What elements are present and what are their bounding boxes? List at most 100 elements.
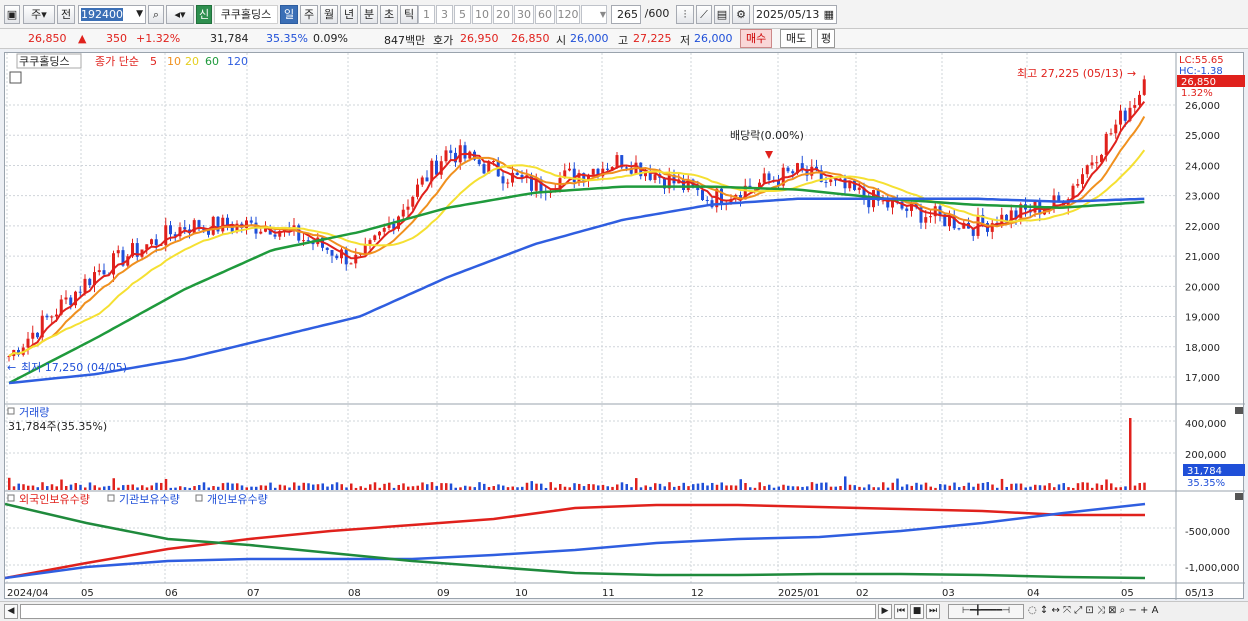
num-1[interactable]: 1 — [418, 5, 435, 24]
first-icon[interactable]: ⏮ — [894, 604, 908, 619]
volume-bar — [440, 483, 443, 490]
volume-bar — [1057, 484, 1061, 490]
date-input[interactable]: 2025/05/13 ▦ — [753, 5, 837, 24]
num-20[interactable]: 20 — [493, 5, 513, 24]
eval-button[interactable]: 평 — [817, 29, 836, 48]
new-badge[interactable]: 신 — [196, 5, 212, 24]
candle-body — [463, 145, 467, 159]
volume-bar — [145, 487, 149, 490]
volume-bar — [948, 485, 951, 490]
candle-body — [843, 178, 847, 189]
volume-bar — [103, 486, 106, 490]
period-week-tab[interactable]: 주 — [300, 5, 318, 24]
volume-bar — [122, 485, 125, 490]
window-menu-icon[interactable]: ▣ — [4, 5, 20, 24]
volume-bar — [981, 482, 985, 490]
volume-bar — [60, 479, 63, 490]
period-second-tab[interactable]: 초 — [380, 5, 398, 24]
count-input[interactable]: 265 — [611, 5, 641, 24]
candle-body — [477, 159, 481, 165]
volume-bar — [27, 485, 30, 490]
x-axis-label: 2025/01 — [778, 588, 820, 599]
volume-bar — [787, 485, 790, 490]
scroll-right-icon[interactable]: ▶ — [878, 604, 892, 619]
period-year-tab[interactable]: 년 — [340, 5, 358, 24]
candle-body — [306, 240, 310, 242]
stop-icon[interactable]: ■ — [910, 604, 924, 619]
volume-bar — [22, 484, 25, 490]
num-5[interactable]: 5 — [454, 5, 471, 24]
custom-period-select[interactable]: ▼ — [581, 5, 607, 24]
zoom-slider[interactable]: ⊢━╋━━━━⊣ — [948, 604, 1024, 619]
candle-body — [45, 315, 49, 318]
scroll-left-icon[interactable]: ◀ — [4, 604, 18, 619]
period-month-tab[interactable]: 월 — [320, 5, 338, 24]
num-3[interactable]: 3 — [436, 5, 453, 24]
candle-body — [349, 263, 353, 265]
volume-bar — [202, 482, 206, 490]
holdings-pane-close-icon[interactable] — [1235, 493, 1243, 500]
volume-pane-close-icon[interactable] — [1235, 407, 1243, 414]
buy-button[interactable]: 매수 — [740, 29, 773, 48]
high-annotation: 최고 27,225 (05/13) — [1017, 67, 1123, 80]
period-minute-tab[interactable]: 분 — [360, 5, 378, 24]
volume-bar — [891, 482, 894, 490]
volume-bar — [801, 486, 804, 490]
volume-bar — [169, 487, 172, 490]
prev-button[interactable]: 전 — [57, 5, 75, 24]
chart-area[interactable]: 쿠쿠홀딩스 종가 단순 5 10 20 60 120 최고 27,225 (05… — [4, 52, 1245, 600]
volume-bar — [1138, 483, 1141, 490]
last-icon[interactable]: ⏭ — [926, 604, 940, 619]
low-value: 26,000 — [694, 32, 733, 45]
num-60[interactable]: 60 — [535, 5, 555, 24]
table-icon[interactable] — [9, 71, 22, 84]
sell-button[interactable]: 매도 — [780, 29, 813, 48]
candle-body — [767, 173, 771, 180]
volume-bar — [1048, 483, 1051, 490]
volume-bar — [943, 484, 947, 490]
candle-body — [83, 278, 87, 293]
num-10[interactable]: 10 — [472, 5, 492, 24]
type-select[interactable]: 주▾ — [23, 5, 55, 24]
volume-bar — [687, 486, 690, 490]
code-input[interactable]: 192400 ▼ — [78, 5, 146, 24]
tool-icons[interactable]: ◌ ↕ ↔ ⤧ ⤢ ⊡ ⤨ ⊠ ⌕ − + A — [1028, 604, 1238, 619]
volume-bar — [473, 487, 476, 490]
volume-bar — [84, 487, 87, 490]
volume-bar — [1062, 483, 1065, 490]
num-30[interactable]: 30 — [514, 5, 534, 24]
gear-icon[interactable]: ⚙ — [732, 5, 750, 24]
candle-body — [249, 220, 253, 223]
speaker-icon[interactable]: ◂▾ — [166, 5, 194, 24]
search-icon[interactable]: ⌕ — [148, 5, 164, 24]
volume-bar — [449, 483, 453, 490]
volume-bar — [164, 478, 168, 490]
candle-body — [929, 216, 932, 218]
volume-bar — [12, 486, 16, 490]
save-icon[interactable]: ▤ — [714, 5, 730, 24]
x-axis-label: 03 — [942, 588, 955, 599]
volume-bar — [649, 486, 652, 490]
volume-bar — [858, 486, 861, 490]
period-day-tab[interactable]: 일 — [280, 5, 298, 24]
volume-bar — [896, 478, 899, 490]
x-axis-label: 02 — [856, 588, 869, 599]
period-tick-tab[interactable]: 틱 — [400, 5, 418, 24]
volume-bar — [563, 486, 567, 490]
candle-icon[interactable]: ⫶ — [676, 5, 694, 24]
num-120[interactable]: 120 — [556, 5, 580, 24]
x-axis-label: 07 — [247, 588, 260, 599]
price-axis: 26,000 25,000 24,000 23,000 22,000 21,000 20,0… — [1185, 101, 1220, 384]
foreign-holdings-line — [4, 503, 1145, 580]
candle-body — [762, 173, 766, 183]
volume-bar — [601, 484, 605, 490]
ask-price-2: 26,850 — [511, 32, 550, 45]
candle-body — [829, 179, 833, 183]
volume-bar — [625, 484, 628, 490]
volume-bar — [706, 485, 709, 490]
candle-body — [88, 278, 92, 286]
scroll-track[interactable] — [20, 604, 876, 619]
price-chart[interactable]: 쿠쿠홀딩스 종가 단순 5 10 20 60 120 최고 27,225 (05… — [4, 53, 1245, 600]
draw-tool-icon[interactable]: ⟋ — [696, 5, 712, 24]
candle-body — [69, 297, 73, 306]
